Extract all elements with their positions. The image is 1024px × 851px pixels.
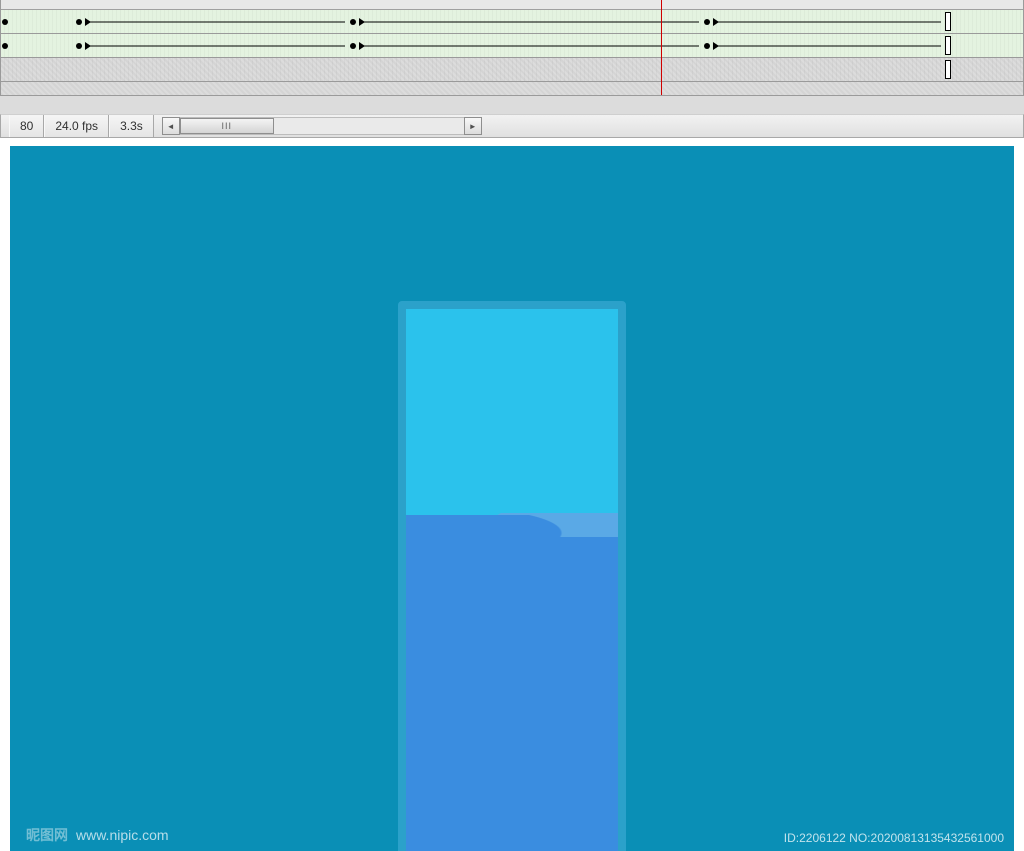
timeline-track-1[interactable]: [1, 10, 1023, 34]
tween-span: [359, 45, 699, 46]
fps-field[interactable]: 24.0 fps: [44, 115, 109, 137]
watermark-url: www.nipic.com: [76, 827, 169, 843]
playhead[interactable]: [661, 0, 662, 95]
fps-value: 24.0 fps: [55, 119, 98, 133]
keyframe-icon[interactable]: [704, 19, 710, 25]
timeline-track-2[interactable]: [1, 34, 1023, 58]
watermark-right: ID:2206122 NO:20200813135432561000: [784, 831, 1004, 845]
keyframe-icon[interactable]: [76, 19, 82, 25]
watermark-brand: 昵图网: [26, 825, 68, 845]
keyframe-icon[interactable]: [2, 43, 8, 49]
timeline-panel: [0, 0, 1024, 96]
end-keyframe-icon[interactable]: [945, 36, 951, 55]
tween-span: [85, 21, 345, 22]
keyframe-icon[interactable]: [2, 19, 8, 25]
keyframe-icon[interactable]: [704, 43, 710, 49]
keyframe-icon[interactable]: [350, 19, 356, 25]
current-frame-field[interactable]: 80: [9, 115, 44, 137]
scroll-track[interactable]: III: [180, 117, 464, 135]
stage-wrap: 昵图网 www.nipic.com ID:2206122 NO:20200813…: [0, 138, 1024, 851]
timeline-h-scrollbar[interactable]: ◄ III ►: [162, 115, 482, 137]
stage-canvas[interactable]: 昵图网 www.nipic.com ID:2206122 NO:20200813…: [10, 146, 1014, 851]
tween-span: [85, 45, 345, 46]
elapsed-time-field[interactable]: 3.3s: [109, 115, 154, 137]
keyframe-icon[interactable]: [350, 43, 356, 49]
watermark-left: 昵图网 www.nipic.com: [26, 825, 169, 845]
water-wave-front: [398, 537, 626, 851]
scroll-right-button[interactable]: ►: [464, 117, 482, 135]
elapsed-time-value: 3.3s: [120, 119, 143, 133]
end-keyframe-icon[interactable]: [945, 12, 951, 31]
timeline-track-empty[interactable]: [1, 58, 1023, 82]
timeline-ruler[interactable]: [1, 0, 1023, 10]
timeline-statusbar: 80 24.0 fps 3.3s ◄ III ►: [0, 114, 1024, 138]
timeline-inner: [1, 0, 1023, 95]
tween-span: [359, 21, 699, 22]
water-container-shape[interactable]: [398, 301, 626, 851]
tween-span: [713, 45, 941, 46]
tween-span: [713, 21, 941, 22]
scroll-thumb-grip: III: [221, 121, 232, 131]
spacer: [1, 115, 9, 137]
watermark-meta: ID:2206122 NO:20200813135432561000: [784, 831, 1004, 845]
end-keyframe-icon[interactable]: [945, 60, 951, 79]
scroll-thumb[interactable]: III: [180, 118, 274, 134]
spacer: [154, 115, 162, 137]
current-frame-value: 80: [20, 119, 33, 133]
scroll-left-button[interactable]: ◄: [162, 117, 180, 135]
keyframe-icon[interactable]: [76, 43, 82, 49]
